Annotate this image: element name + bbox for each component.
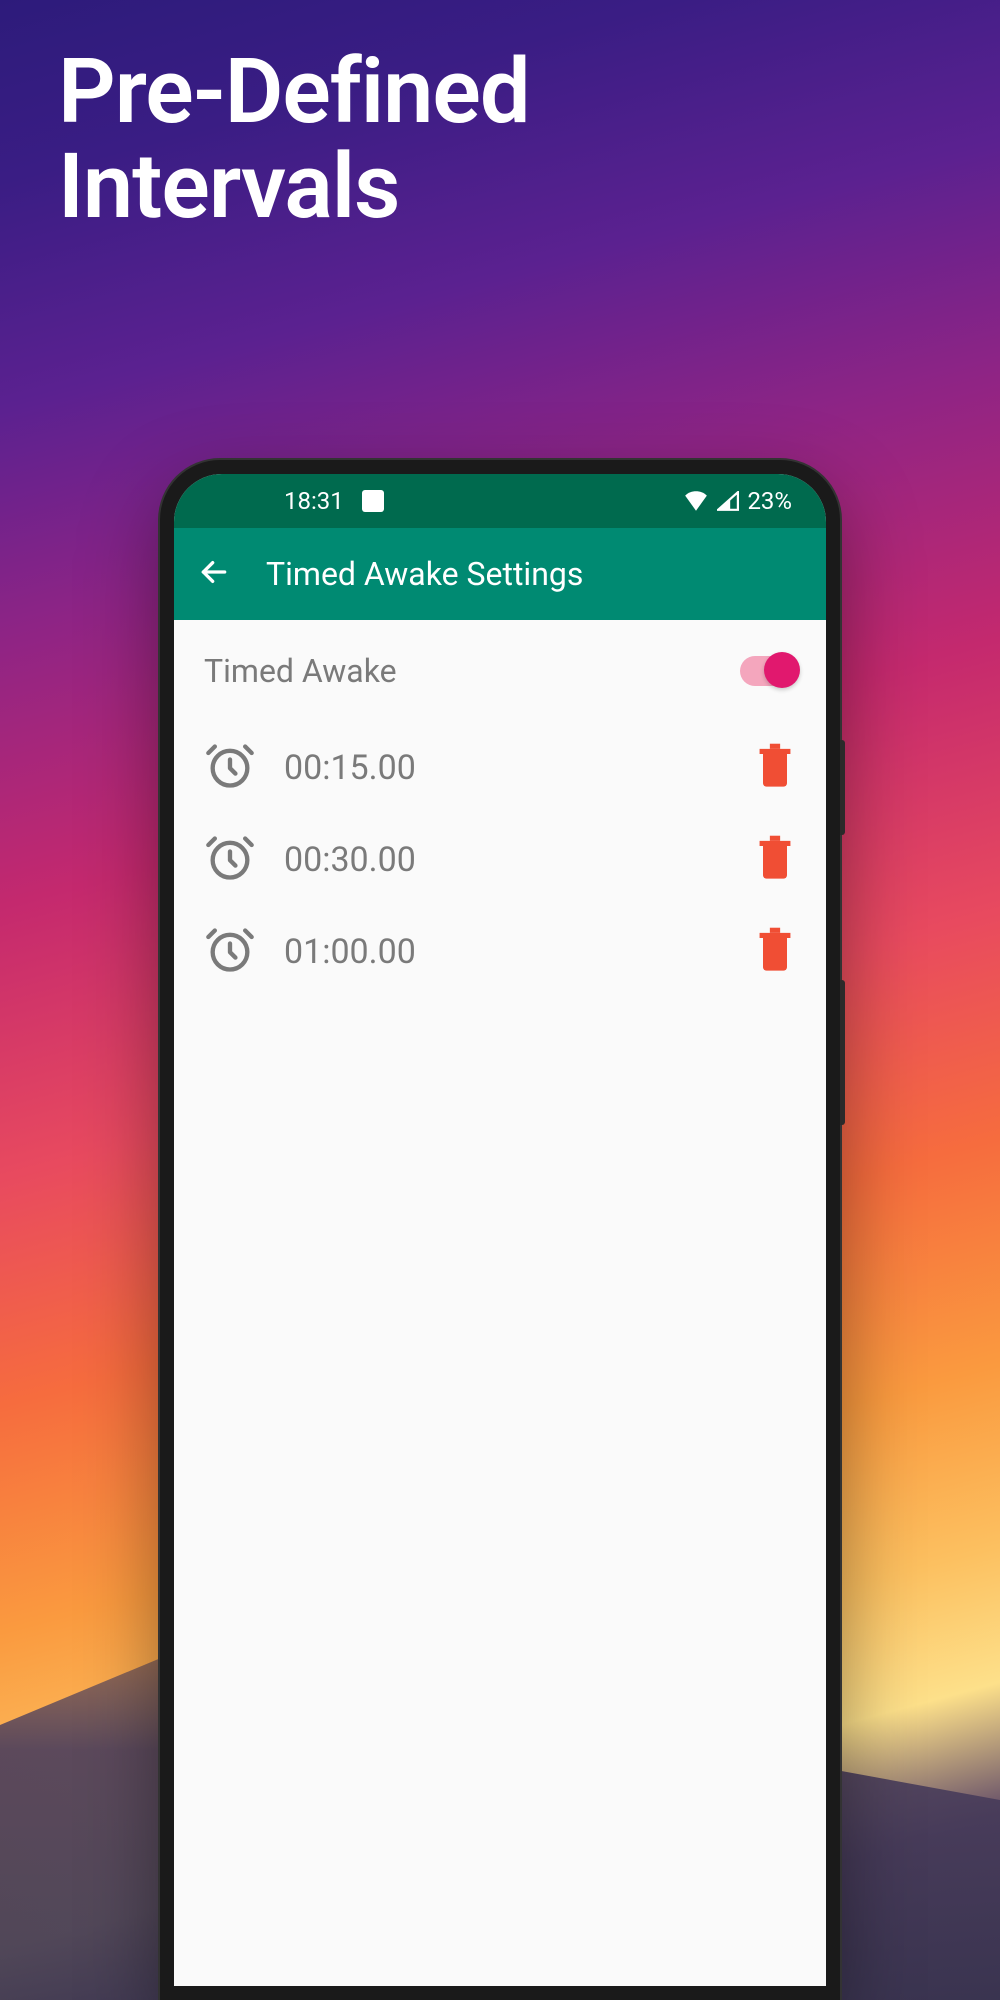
status-time: 18:31 xyxy=(284,487,344,515)
status-right: 23% xyxy=(683,487,792,515)
interval-time: 01:00.00 xyxy=(284,932,416,972)
toggle-knob xyxy=(764,652,800,688)
alarm-clock-icon xyxy=(204,740,256,796)
headline-line1: Pre-Defined xyxy=(58,45,530,140)
phone-frame: 18:31 23% xyxy=(160,460,840,2000)
app-bar: Timed Awake Settings xyxy=(174,528,826,620)
timed-awake-toggle[interactable] xyxy=(740,656,796,686)
alarm-clock-icon xyxy=(204,924,256,980)
status-bar: 18:31 23% xyxy=(174,474,826,528)
delete-button[interactable] xyxy=(754,834,796,886)
interval-left[interactable]: 00:30.00 xyxy=(204,832,416,888)
delete-button[interactable] xyxy=(754,742,796,794)
interval-left[interactable]: 01:00.00 xyxy=(204,924,416,980)
delete-button[interactable] xyxy=(754,926,796,978)
interval-row: 00:30.00 xyxy=(174,814,826,906)
back-button[interactable] xyxy=(198,556,230,592)
wifi-icon xyxy=(683,491,709,511)
toggle-label: Timed Awake xyxy=(204,652,397,690)
phone-side-button xyxy=(840,740,845,835)
interval-row: 00:15.00 xyxy=(174,722,826,814)
phone-screen: 18:31 23% xyxy=(174,474,826,1986)
interval-row: 01:00.00 xyxy=(174,906,826,998)
timed-awake-toggle-row: Timed Awake xyxy=(174,620,826,722)
interval-time: 00:30.00 xyxy=(284,840,416,880)
promo-headline: Pre-Defined Intervals xyxy=(58,45,530,234)
signal-icon xyxy=(717,491,739,511)
app-title: Timed Awake Settings xyxy=(266,555,583,593)
status-left: 18:31 xyxy=(284,487,384,515)
status-battery: 23% xyxy=(747,487,792,515)
interval-left[interactable]: 00:15.00 xyxy=(204,740,416,796)
picture-icon xyxy=(362,490,384,512)
phone-side-button xyxy=(840,980,845,1125)
content-area: Timed Awake 00:15.00 xyxy=(174,620,826,998)
headline-line2: Intervals xyxy=(58,140,530,235)
interval-time: 00:15.00 xyxy=(284,748,416,788)
alarm-clock-icon xyxy=(204,832,256,888)
